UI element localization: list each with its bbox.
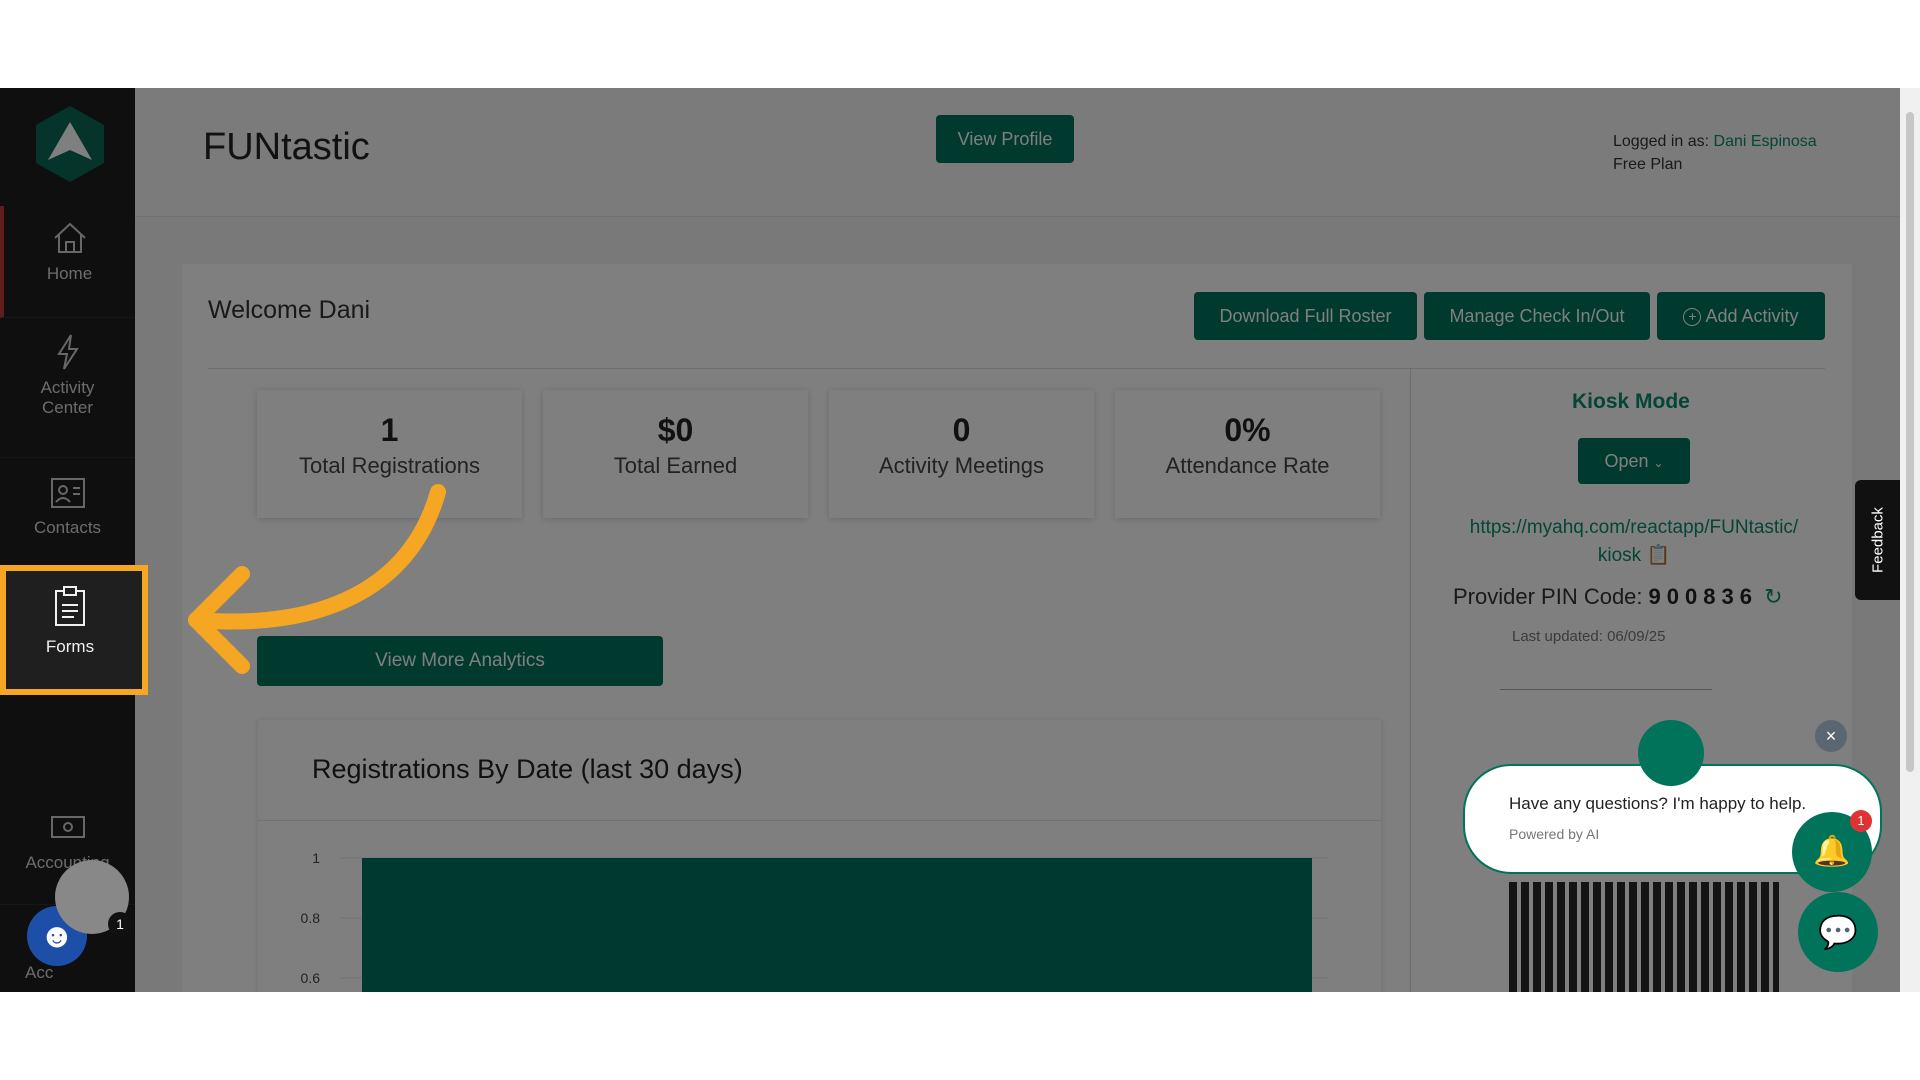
chevron-down-icon: ⌄ <box>1653 456 1664 470</box>
sidebar-item-label-2: Center <box>41 398 94 417</box>
sidebar-item-label: Acc <box>25 963 54 982</box>
add-activity-button[interactable]: + Add Activity <box>1657 292 1825 340</box>
stat-activity-meetings: 0 Activity Meetings <box>829 390 1094 518</box>
feedback-label: Feedback <box>1869 507 1886 573</box>
page-title: FUNtastic <box>203 126 370 168</box>
sidebar-item-activity-center[interactable]: Activity Center <box>0 318 135 458</box>
sidebar-item-label: Activity <box>40 378 95 397</box>
chat-launcher-button[interactable]: 💬 <box>1798 892 1878 972</box>
chart-y-tick-label: 0.6 <box>301 970 321 986</box>
home-icon <box>53 222 86 253</box>
kiosk-open-dropdown[interactable]: Open ⌄ <box>1578 438 1690 484</box>
registrations-chart-card: Registrations By Date (last 30 days) 1 0.… <box>258 720 1381 992</box>
stat-value: 1 <box>380 412 399 448</box>
kiosk-url-line2: kiosk <box>1597 545 1642 566</box>
plan-label: Free Plan <box>1613 156 1683 173</box>
sidebar-item-contacts[interactable]: Contacts <box>0 458 135 570</box>
stat-label: Total Earned <box>613 453 738 478</box>
welcome-heading: Welcome Dani <box>208 296 371 324</box>
pin-label: Provider PIN Code: <box>1453 584 1643 609</box>
user-name-link[interactable]: Dani Espinosa <box>1714 133 1817 150</box>
registrations-chart: 10.80.60.4 <box>301 850 1328 992</box>
page-scrollbar[interactable] <box>1900 88 1920 992</box>
chat-powered-by: Powered by AI <box>1509 826 1600 842</box>
clipboard-icon <box>55 586 85 626</box>
stat-label: Attendance Rate <box>1165 453 1330 478</box>
sidebar: Home Activity Center Contacts Accounting… <box>0 88 135 992</box>
copy-icon[interactable]: 📋 <box>1646 545 1670 566</box>
chart-y-tick-label: 0.8 <box>301 910 321 926</box>
stat-label: Total Registrations <box>299 453 480 478</box>
chat-prompt-text: Have any questions? I'm happy to help. <box>1509 794 1807 813</box>
kiosk-open-label: Open <box>1604 451 1649 471</box>
kiosk-divider <box>1410 368 1411 992</box>
app-logo-icon[interactable] <box>30 104 110 184</box>
sidebar-item-forms[interactable]: Forms <box>0 585 140 657</box>
chart-bar <box>362 858 1312 992</box>
sidebar-item-label: Contacts <box>33 518 102 537</box>
stat-value: 0% <box>1224 412 1271 448</box>
kiosk-url-line1: https://myahq.com/reactapp/FUNtastic/ <box>1469 517 1799 538</box>
provider-pin: Provider PIN Code: 900836 ↻ <box>1453 584 1783 610</box>
pin-code: 900836 <box>1648 584 1758 609</box>
sidebar-item-label: Forms <box>45 637 95 656</box>
stat-label: Activity Meetings <box>878 453 1045 478</box>
top-bar: FUNtastic View Profile Logged in as: Dan… <box>135 88 1900 217</box>
chart-title: Registrations By Date (last 30 days) <box>312 754 743 784</box>
sidebar-item-home[interactable]: Home <box>0 206 135 318</box>
plus-circle-icon: + <box>1683 308 1702 327</box>
refresh-icon[interactable]: ↻ <box>1764 584 1782 609</box>
qr-code-image <box>1509 882 1779 992</box>
chart-y-tick-label: 1 <box>312 850 320 866</box>
lightning-icon <box>56 334 79 370</box>
notification-badge: 1 <box>1850 810 1872 832</box>
stat-value: 0 <box>952 412 971 448</box>
manage-check-button[interactable]: Manage Check In/Out <box>1424 292 1650 340</box>
last-updated: Last updated: 06/09/25 <box>1512 628 1666 645</box>
kiosk-separator <box>1500 689 1712 690</box>
sidebar-item-label: Home <box>46 264 93 283</box>
stat-attendance-rate: 0% Attendance Rate <box>1115 390 1380 518</box>
view-profile-button[interactable]: View Profile <box>936 115 1074 163</box>
header-divider <box>208 368 1825 369</box>
contacts-icon <box>50 478 85 508</box>
chat-close-icon[interactable]: × <box>1815 720 1847 752</box>
kiosk-title: Kiosk Mode <box>1572 390 1690 413</box>
avatar-badge: 1 <box>108 912 132 936</box>
kiosk-url-link[interactable]: https://myahq.com/reactapp/FUNtastic/ ki… <box>1444 514 1824 570</box>
logged-in-label: Logged in as: <box>1613 133 1714 150</box>
download-roster-button[interactable]: Download Full Roster <box>1194 292 1417 340</box>
feedback-tab[interactable]: Feedback <box>1855 480 1900 600</box>
stat-value: $0 <box>657 412 694 448</box>
pointer-arrow-icon <box>188 484 446 674</box>
chat-bot-logo-icon <box>1638 720 1704 786</box>
login-info: Logged in as: Dani Espinosa Free Plan <box>1613 130 1817 176</box>
scrollbar-thumb[interactable] <box>1906 112 1914 772</box>
stat-total-earned: $0 Total Earned <box>543 390 808 518</box>
money-icon <box>50 816 85 838</box>
add-activity-label: Add Activity <box>1705 306 1799 326</box>
